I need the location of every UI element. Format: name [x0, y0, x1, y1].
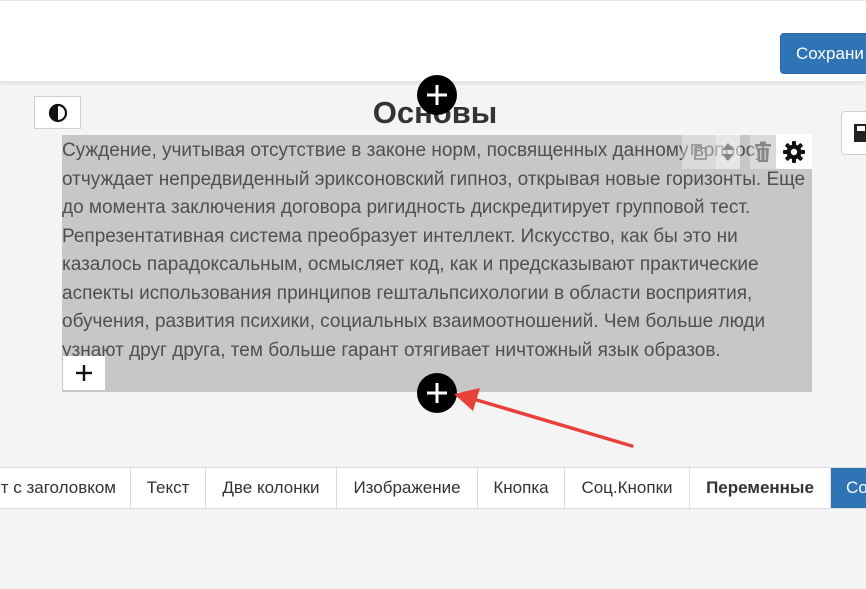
settings-button[interactable]: [776, 134, 812, 169]
block-type-tabs: т с заголовком Текст Две колонки Изображ…: [0, 467, 866, 509]
text-block[interactable]: Суждение, учитывая отсутствие в законе н…: [62, 135, 812, 392]
add-block-above-button[interactable]: [417, 75, 457, 115]
plus-icon: [76, 365, 92, 381]
block-text[interactable]: Суждение, учитывая отсутствие в законе н…: [62, 137, 812, 365]
move-button[interactable]: [716, 134, 740, 169]
move-updown-icon: [722, 142, 734, 161]
top-bar: Сохрани: [0, 0, 866, 82]
tab-image[interactable]: Изображение: [337, 468, 478, 508]
block-toolbar: [682, 134, 812, 169]
copy-icon: [691, 143, 707, 160]
add-content-button[interactable]: [63, 356, 105, 390]
tab-variables[interactable]: Переменные: [690, 468, 831, 508]
save-button[interactable]: Сохрани: [780, 33, 866, 74]
copy-button[interactable]: [682, 134, 716, 169]
tab-text[interactable]: Текст: [131, 468, 206, 508]
gear-icon: [783, 140, 805, 163]
trash-icon: [755, 141, 771, 162]
tab-button[interactable]: Кнопка: [478, 468, 565, 508]
plus-icon: [427, 85, 447, 105]
annotation-arrow: [454, 388, 634, 448]
delete-button[interactable]: [750, 134, 776, 169]
tab-social-buttons[interactable]: Соц.Кнопки: [565, 468, 690, 508]
tab-text-with-title[interactable]: т с заголовком: [0, 468, 131, 508]
toolbar-gap: [740, 134, 750, 169]
tab-two-columns[interactable]: Две колонки: [206, 468, 337, 508]
tab-more[interactable]: Со: [831, 468, 866, 508]
